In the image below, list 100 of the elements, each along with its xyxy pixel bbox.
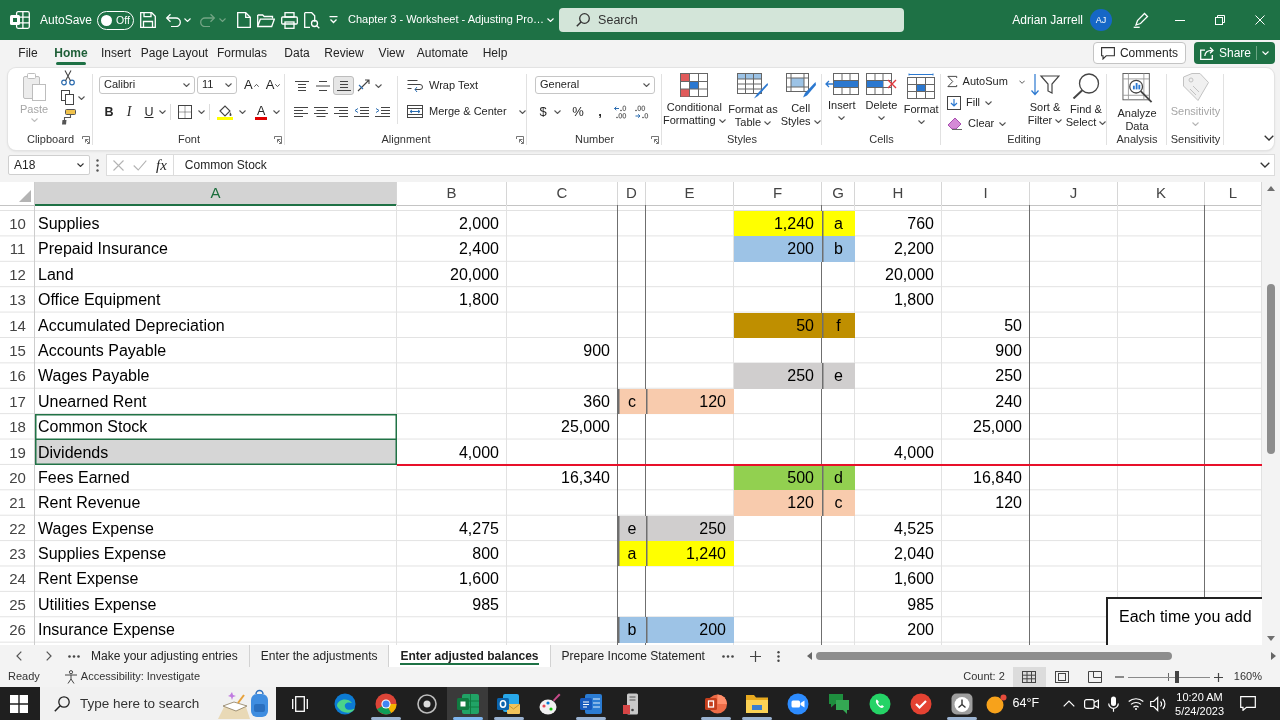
notification-icon[interactable] (1240, 696, 1256, 711)
sheet-cell[interactable]: 985 (397, 591, 507, 618)
sheet-cell[interactable]: 200 (855, 617, 942, 643)
clock-date[interactable]: 5/24/2023 (1175, 703, 1224, 718)
speaker-icon[interactable] (1150, 695, 1167, 712)
autosum-button[interactable]: AutoSum (947, 72, 1025, 91)
undo-icon[interactable] (165, 13, 182, 27)
caret-icon[interactable] (183, 83, 190, 87)
copy-icon[interactable] (61, 90, 74, 105)
sort-filter-button[interactable]: Sort & Filter (1025, 68, 1065, 133)
row-header[interactable]: 17 (0, 388, 35, 415)
comments-button[interactable]: Comments (1092, 42, 1186, 64)
sheet-cell[interactable]: 760 (855, 211, 942, 237)
row-header[interactable]: 18 (0, 414, 35, 440)
minimize-icon[interactable] (1175, 19, 1185, 21)
sheet-tab[interactable]: Prepare Income Statement (549, 645, 716, 667)
normal-view-button[interactable] (1012, 667, 1046, 687)
sheet-cell[interactable]: 50 (734, 312, 822, 338)
close-icon[interactable] (1255, 15, 1265, 25)
sheet-cell[interactable]: Utilities Expense (35, 591, 397, 618)
sheet-cell[interactable]: 2,000 (397, 211, 507, 237)
font-size-dropdown[interactable]: 11 (197, 76, 237, 94)
pen-icon[interactable] (1133, 12, 1149, 28)
sheet-cell[interactable]: a (822, 211, 855, 237)
wifi-icon[interactable] (1128, 697, 1145, 710)
menu-tab[interactable]: View (367, 40, 416, 66)
delete-cells-button[interactable]: Delete (863, 68, 900, 133)
customize-toolbar-icon[interactable] (329, 16, 339, 24)
print-preview-icon[interactable] (304, 11, 321, 29)
menu-tab[interactable]: Formulas (211, 40, 273, 66)
align-center-icon[interactable] (314, 106, 328, 117)
row-header[interactable]: 15 (0, 337, 35, 364)
document-title[interactable]: Chapter 3 - Worksheet - Adjusting Pro… (348, 13, 545, 27)
more-horizontal-icon[interactable] (721, 654, 734, 658)
row-header[interactable]: 19 (0, 439, 35, 465)
sheet-cell[interactable]: Prepaid Insurance (35, 236, 397, 262)
menu-tab[interactable]: File (8, 40, 48, 66)
sheet-cell[interactable]: e (822, 363, 855, 389)
caret-icon[interactable] (78, 95, 85, 100)
caret-icon[interactable] (643, 83, 650, 87)
sheet-cell[interactable]: 200 (734, 236, 822, 262)
sheet-cell[interactable]: 16,340 (507, 464, 618, 491)
sheet-cell[interactable]: b (618, 617, 646, 643)
accessibility-icon[interactable] (63, 670, 78, 684)
sheet-cell[interactable]: 500 (734, 464, 822, 491)
column-header[interactable]: A (35, 182, 397, 206)
sheet-tab[interactable]: Enter adjusted balances (388, 645, 550, 667)
sheet-cell[interactable]: Fees Earned (35, 464, 397, 491)
scroll-left-icon[interactable] (807, 652, 812, 660)
align-bottom-button[interactable] (333, 76, 354, 95)
restore-icon[interactable] (1215, 15, 1225, 25)
sheet-cell[interactable]: Supplies Expense (35, 541, 397, 567)
sheet-cell[interactable]: 4,525 (855, 515, 942, 542)
sheet-cell[interactable]: 250 (646, 515, 734, 542)
sheet-cell[interactable]: 2,040 (855, 541, 942, 567)
zoom-level[interactable]: 160% (1233, 670, 1262, 684)
sheet-cell[interactable]: 2,200 (855, 236, 942, 262)
paintbrush-icon[interactable] (61, 109, 76, 125)
column-header[interactable]: C (507, 182, 618, 206)
collapse-ribbon-icon[interactable] (1264, 135, 1274, 141)
menu-tab[interactable]: Insert (94, 40, 138, 66)
sheet-cell[interactable]: 250 (734, 363, 822, 389)
shrink-font-button[interactable]: A (265, 76, 281, 94)
scroll-up-icon[interactable] (1267, 186, 1275, 191)
sheet-cell[interactable]: 360 (507, 388, 618, 415)
sheet-cell[interactable]: Dividends (35, 439, 397, 465)
align-right-icon[interactable] (334, 106, 348, 117)
sheet-cell[interactable]: 25,000 (507, 414, 618, 440)
italic-button[interactable]: I (119, 103, 139, 121)
sheet-cell[interactable]: Unearned Rent (35, 388, 397, 415)
scroll-down-icon[interactable] (1267, 636, 1275, 641)
column-header[interactable]: B (397, 182, 507, 206)
row-header[interactable]: 10 (0, 211, 35, 237)
caret-icon[interactable] (159, 110, 166, 114)
comma-style-button[interactable]: , (592, 103, 608, 121)
column-header[interactable]: I (942, 182, 1030, 206)
sheet-cell[interactable]: 4,000 (397, 439, 507, 465)
analyze-data-button[interactable]: Analyze Data (1114, 68, 1160, 133)
text-orientation-icon[interactable] (357, 79, 372, 92)
font-name-dropdown[interactable]: Calibri (99, 76, 195, 94)
clock-time[interactable]: 10:20 AM (1176, 689, 1223, 704)
sheet-cell[interactable]: 1,800 (855, 287, 942, 313)
sheet-cell[interactable]: 1,600 (855, 566, 942, 592)
decrease-indent-icon[interactable] (354, 106, 369, 117)
sheet-cell[interactable]: 4,275 (397, 515, 507, 542)
microphone-icon[interactable] (1108, 695, 1120, 712)
chevron-right-icon[interactable] (46, 651, 52, 661)
weather-temperature[interactable]: 64°F (1012, 696, 1040, 711)
row-header[interactable]: 11 (0, 236, 35, 262)
number-format-dropdown[interactable]: General (535, 76, 655, 94)
row-header[interactable]: 21 (0, 490, 35, 516)
chevron-up-icon[interactable] (1063, 700, 1076, 707)
user-avatar[interactable]: AJ (1090, 9, 1112, 31)
sheet-cell[interactable]: Land (35, 261, 397, 288)
sheet-cell[interactable]: 120 (646, 388, 734, 415)
insert-function-button[interactable]: fx (156, 157, 167, 173)
bold-button[interactable]: B (99, 103, 119, 121)
printer-icon[interactable] (281, 11, 299, 29)
sheet-cell[interactable]: d (822, 464, 855, 491)
camera-icon[interactable] (1084, 697, 1100, 710)
